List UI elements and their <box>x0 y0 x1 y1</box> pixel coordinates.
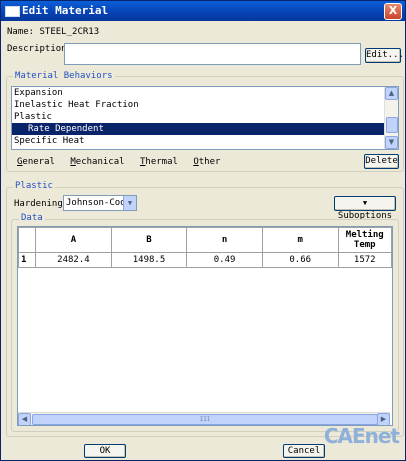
behavior-item-plastic[interactable]: Plastic <box>12 111 398 123</box>
column-header-n[interactable]: n <box>186 227 263 253</box>
behavior-item-rate-dependent[interactable]: Rate Dependent <box>12 123 398 135</box>
scroll-down-arrow-icon[interactable]: ▼ <box>385 136 398 149</box>
hardening-select[interactable]: Johnson-Cook ▼ <box>63 195 137 211</box>
chevron-down-icon[interactable]: ▼ <box>123 196 136 210</box>
table-row[interactable]: 1 2482.4 1498.5 0.49 0.66 1572 <box>18 252 392 268</box>
ok-button[interactable]: OK <box>84 444 126 458</box>
table-header-row: A B n m Melting Temp <box>18 227 392 253</box>
hardening-value: Johnson-Cook <box>66 198 132 208</box>
scroll-up-arrow-icon[interactable]: ▲ <box>385 87 398 100</box>
behavior-menu-bar: General Mechanical Thermal Other <box>17 157 230 167</box>
behavior-item-specific-heat[interactable]: Specific Heat <box>12 135 398 147</box>
menu-mechanical[interactable]: Mechanical <box>70 157 124 167</box>
row-number: 1 <box>18 252 37 268</box>
scroll-thumb[interactable] <box>386 117 398 133</box>
column-header-melting-temp[interactable]: Melting Temp <box>337 227 392 253</box>
window-title: Edit Material <box>22 4 109 17</box>
material-behaviors-label: Material Behaviors <box>13 71 115 81</box>
table-header-corner <box>18 227 37 253</box>
triangle-down-icon: ▼ <box>362 199 368 207</box>
table-cell[interactable]: 0.66 <box>261 252 339 268</box>
delete-button[interactable]: Delete <box>364 154 399 169</box>
scroll-left-arrow-icon[interactable]: ◀ <box>18 413 31 425</box>
material-name: Name: STEEL_2CR13 <box>7 27 100 37</box>
menu-thermal[interactable]: Thermal <box>140 157 178 167</box>
behavior-item-expansion[interactable]: Expansion <box>12 87 398 99</box>
close-button[interactable]: X <box>384 3 402 20</box>
hardening-label: Hardening: <box>14 199 69 209</box>
menu-general[interactable]: General <box>17 157 55 167</box>
menu-other[interactable]: Other <box>193 157 220 167</box>
cancel-button[interactable]: Cancel <box>283 444 325 458</box>
window-icon <box>5 6 20 17</box>
description-edit-button[interactable]: Edit... <box>365 48 404 63</box>
table-cell[interactable]: 2482.4 <box>35 252 112 268</box>
column-header-a[interactable]: A <box>35 227 112 253</box>
description-label: Description: <box>7 44 73 54</box>
table-cell[interactable]: 1498.5 <box>110 252 188 268</box>
behavior-item-inelastic-heat-fraction[interactable]: Inelastic Heat Fraction <box>12 99 398 111</box>
title-bar[interactable]: Edit Material X <box>1 1 405 21</box>
data-table-area[interactable]: A B n m Melting Temp 1 2482.4 1498.5 0.4… <box>17 226 393 426</box>
table-cell[interactable]: 1572 <box>337 252 392 268</box>
column-header-m[interactable]: m <box>261 227 339 253</box>
caenet-watermark: CAEnet <box>323 424 400 448</box>
column-header-b[interactable]: B <box>110 227 188 253</box>
description-input[interactable] <box>64 43 361 65</box>
plastic-group-label: Plastic <box>13 181 55 191</box>
suboptions-button[interactable]: ▼ Suboptions <box>334 196 396 221</box>
table-cell[interactable]: 0.49 <box>186 252 263 268</box>
data-group-label: Data <box>19 213 45 223</box>
data-table[interactable]: A B n m Melting Temp 1 2482.4 1498.5 0.4… <box>18 227 392 268</box>
behaviors-list[interactable]: Expansion Inelastic Heat Fraction Plasti… <box>11 86 399 150</box>
edit-material-window: Edit Material X Name: STEEL_2CR13 Descri… <box>0 0 406 461</box>
behaviors-vertical-scrollbar[interactable]: ▲ ▼ <box>384 87 398 149</box>
